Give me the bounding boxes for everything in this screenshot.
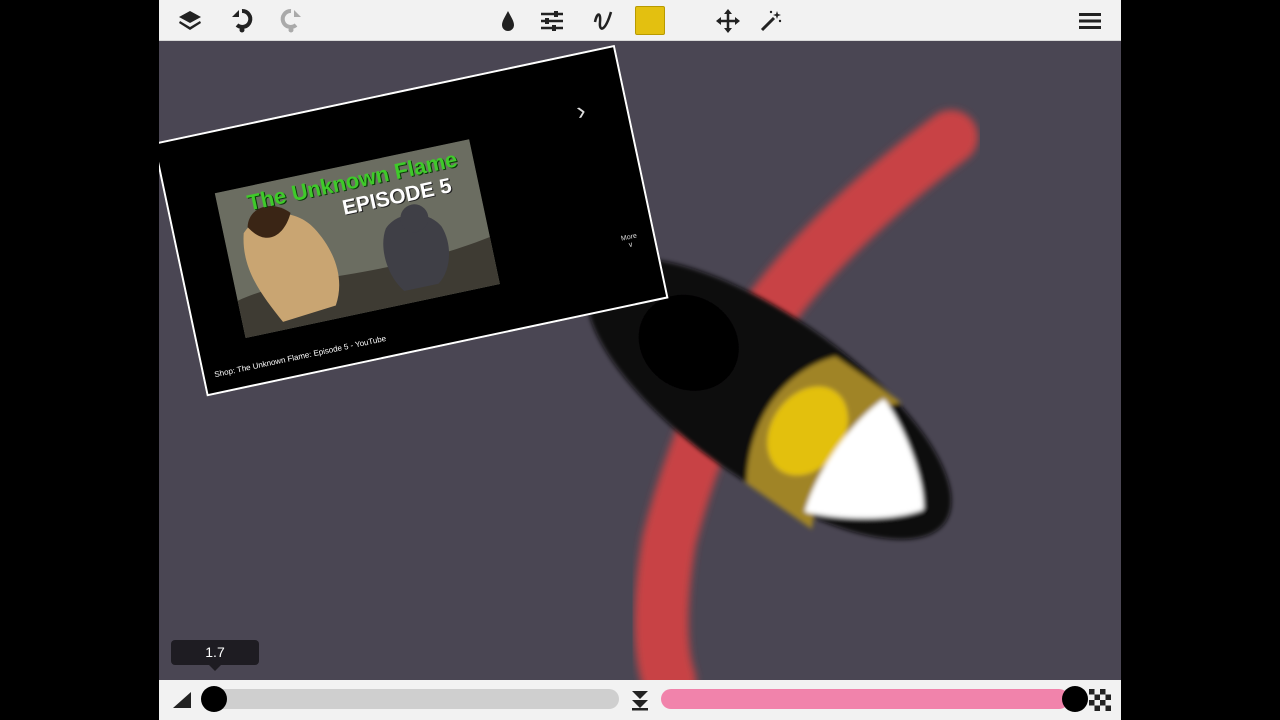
chevron-down-icon: ∨	[627, 241, 634, 250]
opacity-slider[interactable]	[661, 689, 1069, 709]
chevron-right-icon[interactable]: ›	[574, 95, 589, 126]
adjust-icon[interactable]	[536, 5, 568, 37]
stroke-icon[interactable]	[587, 5, 619, 37]
redo-icon[interactable]	[275, 5, 307, 37]
swap-icon[interactable]	[628, 689, 652, 716]
bottom-toolbar	[159, 680, 1121, 720]
brush-icon[interactable]	[492, 5, 524, 37]
magic-wand-icon[interactable]	[755, 5, 787, 37]
more-button[interactable]: More ∨	[621, 233, 640, 252]
move-icon[interactable]	[712, 5, 744, 37]
color-swatch[interactable]	[635, 6, 665, 35]
transparency-icon[interactable]	[1089, 689, 1111, 716]
undo-icon[interactable]	[226, 5, 258, 37]
zoom-level-badge: 1.7	[171, 640, 259, 671]
top-toolbar	[159, 0, 1121, 41]
drawing-canvas[interactable]: The Unknown Flame EPISODE 5 › More ∨ Sho…	[159, 41, 1121, 707]
opacity-slider-handle[interactable]	[1062, 686, 1088, 712]
layers-icon[interactable]	[174, 5, 206, 37]
brush-size-slider-handle[interactable]	[201, 686, 227, 712]
brush-size-slider[interactable]	[211, 689, 619, 709]
brush-size-icon[interactable]	[171, 690, 193, 715]
menu-icon[interactable]	[1074, 5, 1106, 37]
app-window: The Unknown Flame EPISODE 5 › More ∨ Sho…	[159, 0, 1121, 720]
video-thumbnail[interactable]: The Unknown Flame EPISODE 5	[214, 139, 500, 339]
